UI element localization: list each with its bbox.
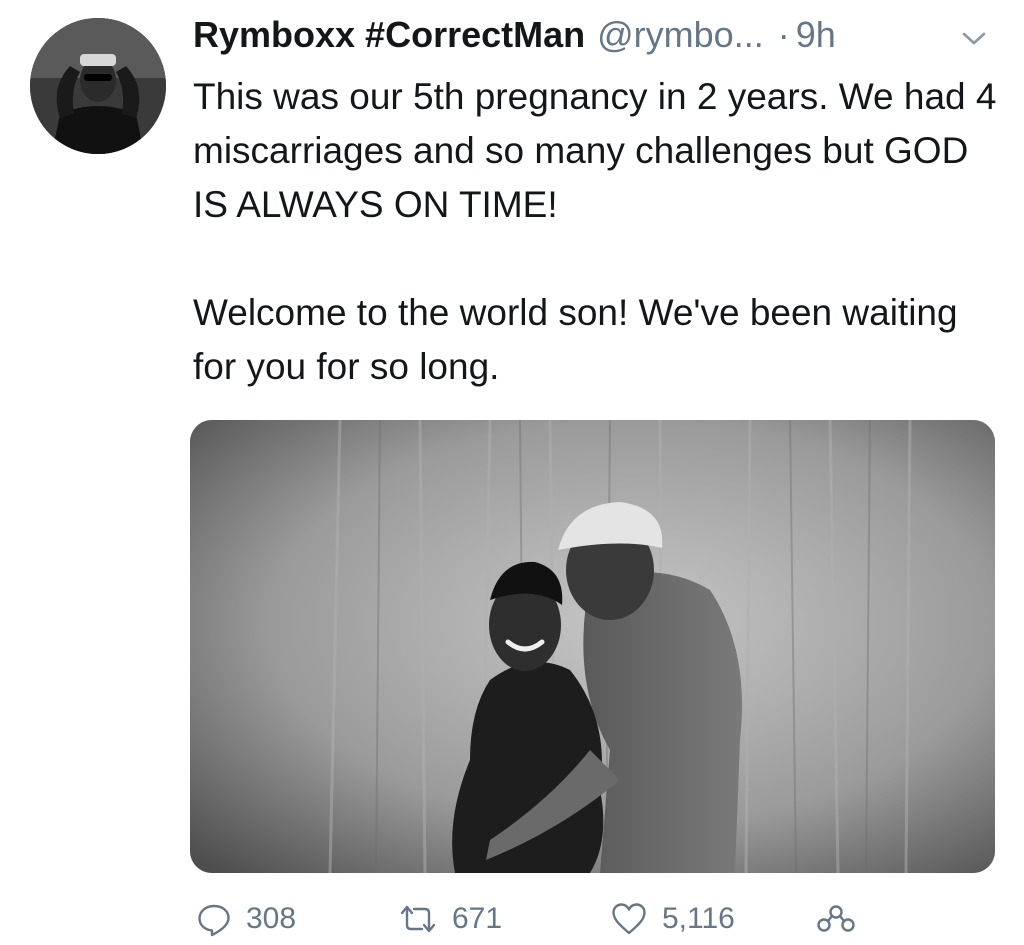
heart-icon (610, 901, 648, 937)
display-name[interactable]: Rymboxx #CorrectMan (193, 14, 585, 56)
share-button[interactable] (816, 895, 856, 943)
avatar[interactable] (30, 18, 166, 154)
tweet-header: Rymboxx #CorrectMan @rymbo... · 9h (193, 14, 836, 66)
tweet-photo[interactable] (190, 420, 995, 873)
reply-count: 308 (246, 902, 297, 935)
tweet-actions: 308 671 5,116 (190, 895, 995, 943)
tweet-paragraph-1: This was our 5th pregnancy in 2 years. W… (193, 76, 997, 225)
like-count: 5,116 (662, 902, 735, 935)
retweet-icon (398, 901, 438, 937)
retweet-count: 671 (452, 902, 503, 935)
timestamp[interactable]: 9h (796, 14, 836, 56)
chevron-down-icon[interactable] (958, 26, 990, 50)
like-button[interactable]: 5,116 (610, 895, 735, 943)
share-icon (816, 901, 856, 937)
retweet-button[interactable]: 671 (398, 895, 502, 943)
tweet-text: This was our 5th pregnancy in 2 years. W… (193, 70, 1003, 394)
reply-button[interactable]: 308 (196, 895, 296, 943)
separator-dot: · (777, 14, 790, 55)
tweet-paragraph-2: Welcome to the world son! We've been wai… (193, 292, 958, 387)
user-handle[interactable]: @rymbo... (597, 14, 764, 56)
tweet-card[interactable]: Rymboxx #CorrectMan @rymbo... · 9h This … (0, 0, 1024, 945)
reply-icon (196, 901, 232, 937)
